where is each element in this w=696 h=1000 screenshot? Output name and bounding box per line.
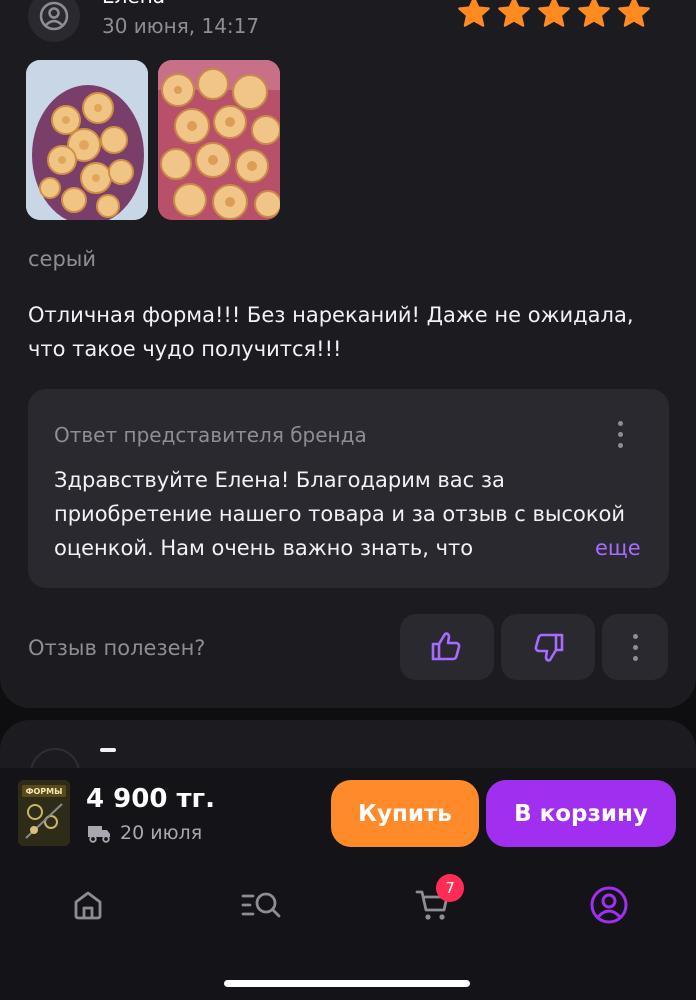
review-date: 30 июня, 14:17 [102, 14, 260, 38]
review-author: Елена [102, 0, 165, 8]
home-icon [74, 891, 102, 920]
buy-now-button[interactable]: Купить [331, 780, 479, 847]
catalog-search-icon [241, 892, 281, 918]
like-button[interactable] [400, 614, 494, 680]
add-to-cart-button[interactable]: В корзину [486, 780, 676, 847]
pastry-photo [26, 60, 148, 220]
brand-reply: Ответ представителя бренда Здравствуйте … [28, 389, 669, 588]
rating-stars [456, 0, 652, 31]
delivery-info: 20 июля [86, 822, 202, 844]
brand-reply-more-link[interactable]: еще [551, 531, 641, 565]
review-photo[interactable] [26, 60, 148, 220]
more-vertical-icon [632, 633, 638, 661]
star-icon [618, 0, 650, 27]
nav-catalog-search[interactable] [236, 880, 286, 930]
nav-profile[interactable] [584, 880, 634, 930]
author-avatar[interactable] [28, 0, 80, 42]
thumbs-down-icon [534, 633, 564, 662]
product-variant: серый [28, 247, 97, 271]
star-icon [538, 0, 570, 27]
pastry-photo [158, 60, 280, 220]
review-more-button[interactable] [602, 614, 668, 680]
star-icon [498, 0, 530, 27]
review-text: Отличная форма!!! Без нареканий! Даже не… [28, 303, 634, 361]
star-icon [578, 0, 610, 27]
star-icon [458, 0, 490, 27]
product-box-image: ФОРМЫ [18, 780, 70, 846]
delivery-date: 20 июля [120, 822, 203, 844]
nav-home[interactable] [63, 880, 113, 930]
truck-icon [88, 826, 110, 843]
review-photo[interactable] [158, 60, 280, 220]
product-price: 4 900 тг. [86, 784, 215, 814]
review-card: Елена 30 июня, 14:17 [0, 0, 696, 708]
cart-count-badge: 7 [436, 874, 464, 902]
profile-icon [590, 886, 628, 924]
brand-reply-menu-icon[interactable] [618, 421, 623, 448]
user-icon [39, 1, 69, 31]
product-thumbnail[interactable]: ФОРМЫ [18, 780, 70, 846]
dislike-button[interactable] [501, 614, 595, 680]
home-indicator [224, 980, 470, 987]
product-thumb-text: ФОРМЫ [26, 787, 63, 796]
next-review-author [100, 748, 116, 752]
thumbs-up-icon [431, 632, 461, 661]
helpful-label: Отзыв полезен? [28, 636, 206, 660]
brand-reply-title: Ответ представителя бренда [54, 423, 367, 447]
